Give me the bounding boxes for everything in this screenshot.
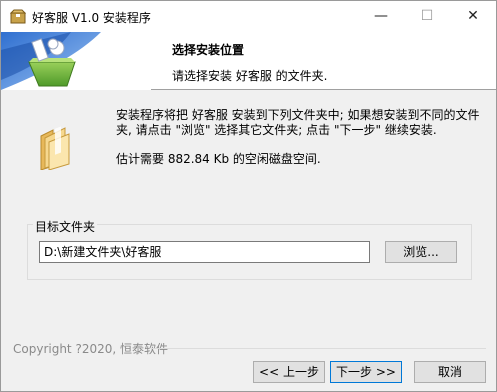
browse-button[interactable]: 浏览... (385, 241, 457, 263)
back-button[interactable]: << 上一步 (253, 361, 325, 383)
installer-box-icon (10, 9, 26, 24)
header-banner: 选择安装位置 请选择安装 好客服 的文件夹. (1, 32, 496, 90)
cancel-button[interactable]: 取消 (414, 361, 486, 383)
destination-path-input[interactable]: D:\新建文件夹\好客服 (39, 241, 370, 263)
installer-window: 好客服 V1.0 安装程序 — ☐ ✕ 选择安装位置 请选择安装 好客服 的文件… (0, 0, 497, 392)
next-button[interactable]: 下一步 >> (330, 361, 402, 383)
close-button[interactable]: ✕ (450, 1, 496, 32)
intro-text: 安装程序将把 好客服 安装到下列文件夹中; 如果想安装到不同的文件夹, 请点击 … (116, 108, 480, 137)
window-title: 好客服 V1.0 安装程序 (32, 11, 151, 25)
maximize-button[interactable]: ☐ (404, 1, 450, 32)
title-bar[interactable]: 好客服 V1.0 安装程序 — ☐ ✕ (1, 1, 496, 32)
destination-group-label: 目标文件夹 (33, 218, 98, 235)
header-title: 选择安装位置 (172, 43, 245, 57)
footer-divider (151, 348, 486, 349)
installer-banner-graphic (1, 32, 151, 90)
minimize-button[interactable]: — (358, 1, 404, 32)
header-subtitle: 请选择安装 好客服 的文件夹. (172, 69, 328, 83)
copyright-text: Copyright ?2020, 恒泰软件 (13, 342, 168, 356)
folder-icon (40, 126, 70, 170)
space-required-text: 估计需要 882.84 Kb 的空闲磁盘空间. (116, 152, 321, 166)
